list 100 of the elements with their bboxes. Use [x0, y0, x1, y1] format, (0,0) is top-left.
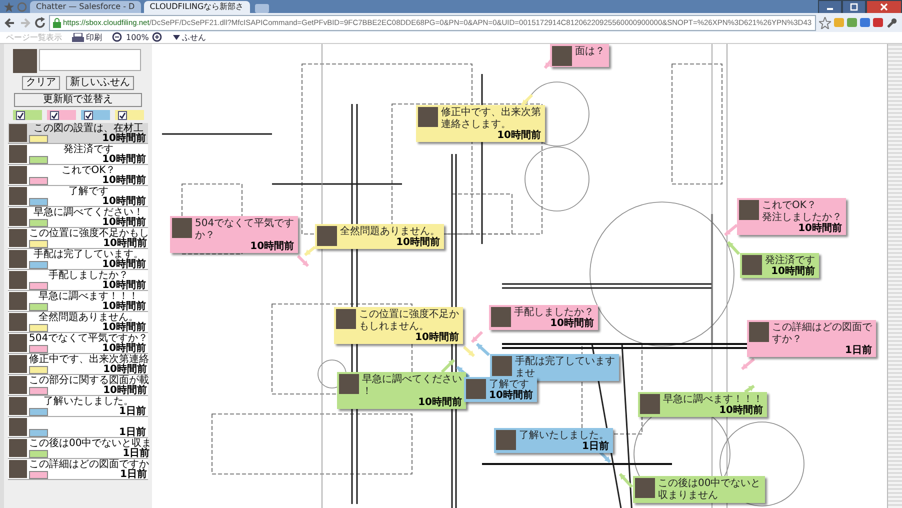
note-text: 収まりません	[658, 490, 719, 502]
sticky-note[interactable]: 発注済です 10時間前	[740, 253, 819, 278]
photo-placeholder	[635, 478, 655, 498]
sticky-list-item[interactable]: 手配は完了しています。 10時間前	[8, 249, 148, 270]
sticky-note[interactable]: この詳細はどの図面で すか？ 1日前	[747, 320, 876, 357]
sticky-list-item[interactable]: この部分に関する図面が載 10時間前	[8, 375, 148, 396]
note-text: ！	[362, 386, 373, 398]
sticky-list-item[interactable]: 早急に調べます！！！ 10時間前	[8, 291, 148, 312]
zoom-in-icon[interactable]	[152, 32, 163, 43]
item-text: この図の設置は、在材工	[32, 124, 144, 134]
item-text: この部分に関する図面が載	[29, 376, 149, 386]
close-button[interactable]	[866, 0, 902, 14]
zoom-out-icon[interactable]	[112, 32, 123, 43]
filter-checkbox[interactable]	[16, 110, 24, 120]
sidebar-button[interactable]: 新しいふせん	[66, 76, 134, 90]
minimize-button[interactable]	[818, 0, 842, 14]
color-filter[interactable]	[80, 110, 110, 120]
sticky-list-item[interactable]: 504でなくて平気ですか？ 10時間前	[8, 333, 148, 354]
photo-placeholder	[336, 309, 356, 329]
sticky-list-item[interactable]: 了解いたしました。 1日前	[8, 396, 148, 417]
browser-tab[interactable]: Chatter — Salesforce - D	[30, 1, 141, 13]
sticky-list-item[interactable]: 1日前	[8, 417, 148, 438]
close-icon	[880, 3, 888, 11]
sticky-list-item[interactable]: この後は00中でないと収ま 1日前	[8, 438, 148, 459]
color-filter[interactable]	[114, 110, 144, 120]
sticky-note[interactable]: 早急に調べます！！！ 10時間前	[638, 392, 767, 417]
photo-placeholder	[9, 313, 27, 331]
sticky-note[interactable]: これでOK？ 発注しましたか？ 10時間前	[737, 198, 846, 235]
star-icon[interactable]	[4, 1, 14, 13]
sticky-note[interactable]: 早急に調べてください ！ 10時間前	[337, 372, 466, 409]
sticky-list-item[interactable]: 手配しましたか？ 10時間前	[8, 270, 148, 291]
note-text: 了解いたしました。	[519, 430, 609, 441]
sticky-list-item[interactable]: この位置に強度不足かもし 10時間前	[8, 228, 148, 249]
photo-placeholder	[317, 226, 337, 246]
note-time: 10時間前	[418, 398, 462, 408]
color-filter[interactable]	[12, 110, 42, 120]
item-text: 修正中です、出来次第連絡	[29, 355, 149, 365]
sticky-menu[interactable]: ふせん	[172, 32, 206, 43]
photo-placeholder	[9, 355, 27, 373]
pointer-arrow	[744, 384, 755, 394]
photo-placeholder	[496, 430, 516, 450]
sticky-note[interactable]: 全然問題ありません。 10時間前	[315, 224, 444, 249]
item-text: 手配しましたか？	[48, 271, 128, 281]
sidebar-button[interactable]: クリア	[22, 76, 60, 90]
note-time: 10時間前	[771, 267, 815, 277]
sticky-list-item[interactable]: 全然問題ありません。 10時間前	[8, 312, 148, 333]
wrench-icon[interactable]	[886, 16, 898, 28]
back-icon[interactable]	[4, 16, 16, 28]
sticky-note[interactable]: 手配しましたか？ 10時間前	[489, 305, 598, 330]
sticky-list-item[interactable]: これでOK？ 10時間前	[8, 165, 148, 186]
sticky-list-item[interactable]: この図の設置は、在材工 10時間前	[8, 123, 148, 144]
item-text: 発注済です	[62, 145, 114, 155]
note-text: これでOK？	[762, 200, 818, 212]
sticky-list-item[interactable]: 修正中です、出来次第連絡 10時間前	[8, 354, 148, 375]
note-text: 発注しましたか？	[762, 212, 842, 223]
photo-placeholder	[9, 229, 27, 247]
sticky-note[interactable]: 504でなくて平気です か？ 10時間前	[170, 216, 298, 253]
filter-checkbox[interactable]	[118, 110, 126, 120]
item-text: 早急に調べます！！！	[38, 292, 138, 302]
filter-checkbox[interactable]	[84, 110, 92, 120]
sticky-note[interactable]: 修正中です、出来次第 連絡さします。 10時間前	[416, 105, 545, 142]
memo-field[interactable]	[39, 49, 141, 71]
pointer-arrow	[520, 94, 534, 106]
filter-checkbox[interactable]	[50, 110, 58, 120]
note-text: 手配しましたか？	[514, 307, 594, 318]
note-time: 10時間前	[798, 224, 842, 234]
sticky-note[interactable]: 了解いたしました。 1日前	[494, 428, 613, 453]
pointer-arrow	[741, 358, 755, 370]
item-time: 10時間前	[102, 134, 146, 143]
sticky-note[interactable]: この後は00中でないと 収まりません	[633, 476, 765, 503]
pointer-arrow	[476, 342, 490, 356]
toolbar-button[interactable]: 印刷	[72, 32, 102, 43]
photo-placeholder	[9, 334, 27, 352]
note-text: 了解です	[489, 379, 529, 390]
note-time: 10時間前	[396, 238, 440, 248]
note-time: 1日前	[582, 442, 609, 452]
photo-placeholder	[9, 145, 27, 163]
browser-tab[interactable]: CLOUDFILINGなら新部さ	[144, 1, 250, 13]
sticky-note[interactable]: 面は？	[550, 44, 609, 67]
photo-placeholder	[172, 218, 192, 238]
sticky-note[interactable]: この位置に強度不足か もしれません。 10時間前	[334, 307, 463, 344]
sticky-note[interactable]: 了解です 10時間前	[464, 377, 537, 402]
color-filter[interactable]	[46, 110, 76, 120]
sort-button[interactable]: 更新順で並替え	[14, 93, 142, 107]
note-text: 早急に調べてください	[362, 374, 462, 386]
sticky-list-item[interactable]: 発注済です 10時間前	[8, 144, 148, 165]
scrollbar[interactable]	[887, 44, 902, 508]
note-text: もしれません。	[359, 321, 429, 332]
note-text: 全然問題ありません。	[340, 226, 440, 237]
sticky-list-item[interactable]: 了解です 10時間前	[8, 186, 148, 207]
reload-icon[interactable]	[34, 16, 46, 28]
item-time: 10時間前	[102, 176, 146, 185]
bookmark-star-icon[interactable]	[819, 16, 831, 28]
note-time: 10時間前	[250, 242, 294, 252]
sticky-list-item[interactable]: この詳細はどの図面ですか 1日前	[8, 459, 148, 480]
item-time: 1日前	[122, 449, 150, 458]
item-time: 10時間前	[102, 197, 146, 206]
maximize-button[interactable]	[842, 0, 866, 14]
note-text: この詳細はどの図面で	[772, 322, 872, 334]
sticky-list-item[interactable]: 早急に調べてください！ 10時間前	[8, 207, 148, 228]
